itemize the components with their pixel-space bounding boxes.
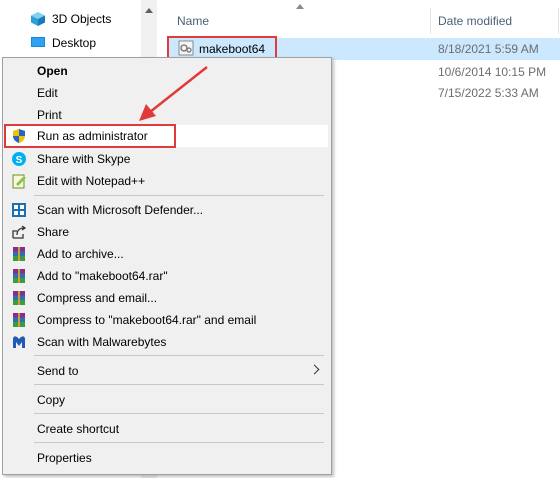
annotation-arrow-icon bbox=[139, 66, 208, 121]
